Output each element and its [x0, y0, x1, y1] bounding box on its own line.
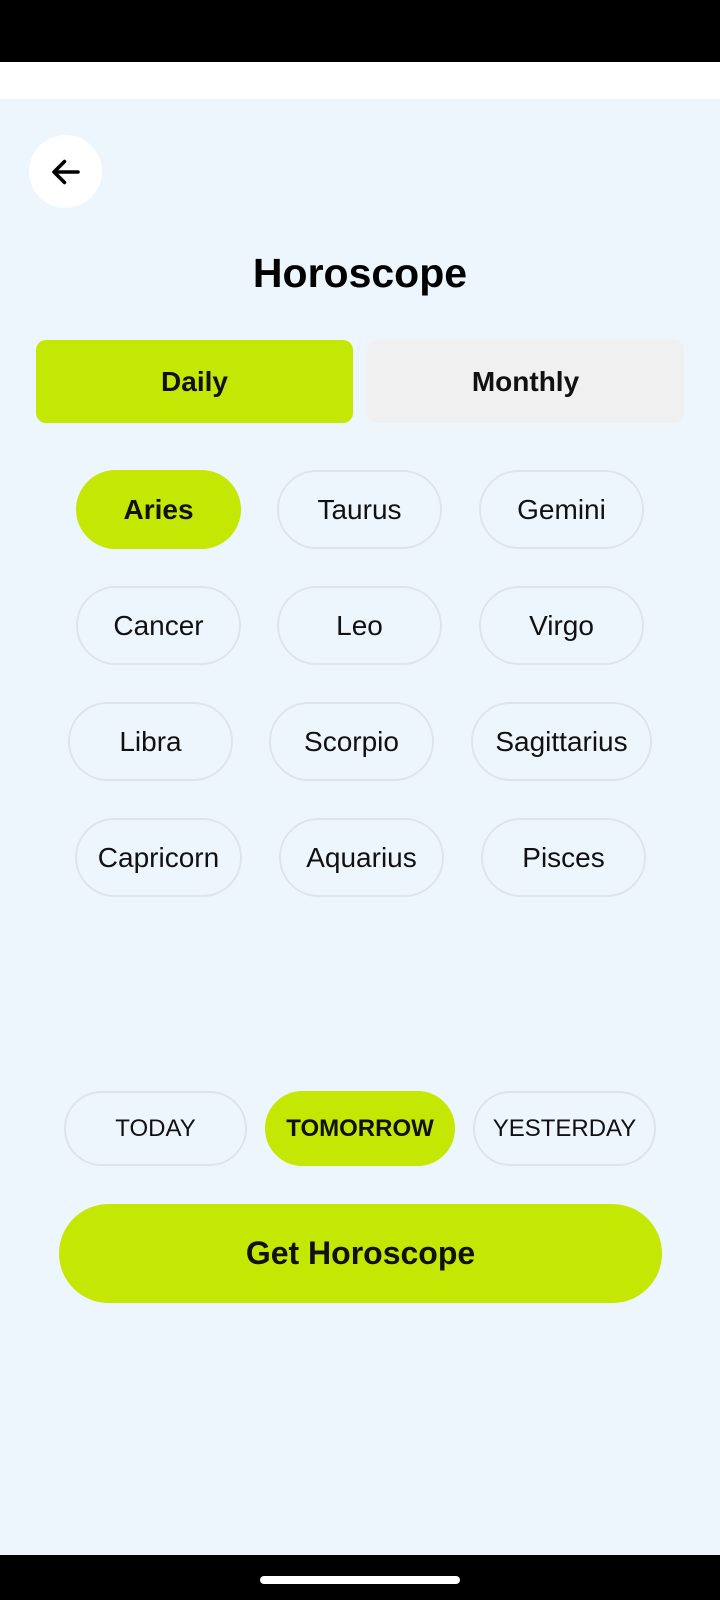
sign-chip-cancer[interactable]: Cancer [76, 586, 241, 665]
sign-chip-libra[interactable]: Libra [68, 702, 233, 781]
sign-chip-sagittarius[interactable]: Sagittarius [471, 702, 652, 781]
tab-daily[interactable]: Daily [36, 340, 353, 423]
sign-chip-aquarius[interactable]: Aquarius [279, 818, 444, 897]
sign-chip-aries[interactable]: Aries [76, 470, 241, 549]
day-chip-tomorrow[interactable]: TOMORROW [265, 1091, 455, 1166]
sign-chip-leo[interactable]: Leo [277, 586, 442, 665]
tab-monthly[interactable]: Monthly [367, 340, 684, 423]
day-chip-today[interactable]: TODAY [64, 1091, 247, 1166]
sign-chip-virgo[interactable]: Virgo [479, 586, 644, 665]
get-horoscope-button[interactable]: Get Horoscope [59, 1204, 662, 1303]
sign-chip-pisces[interactable]: Pisces [481, 818, 646, 897]
sign-chip-capricorn[interactable]: Capricorn [75, 818, 242, 897]
day-chip-yesterday[interactable]: YESTERDAY [473, 1091, 656, 1166]
screen: Horoscope Daily Monthly Aries Taurus Gem… [0, 0, 720, 1600]
back-button[interactable] [29, 135, 102, 208]
app-bar-strip [0, 62, 720, 99]
home-indicator[interactable] [260, 1576, 460, 1584]
sign-chip-taurus[interactable]: Taurus [277, 470, 442, 549]
arrow-left-icon [51, 159, 80, 184]
sign-chip-scorpio[interactable]: Scorpio [269, 702, 434, 781]
page-title: Horoscope [252, 250, 468, 296]
sign-chip-gemini[interactable]: Gemini [479, 470, 644, 549]
status-bar [0, 0, 720, 62]
